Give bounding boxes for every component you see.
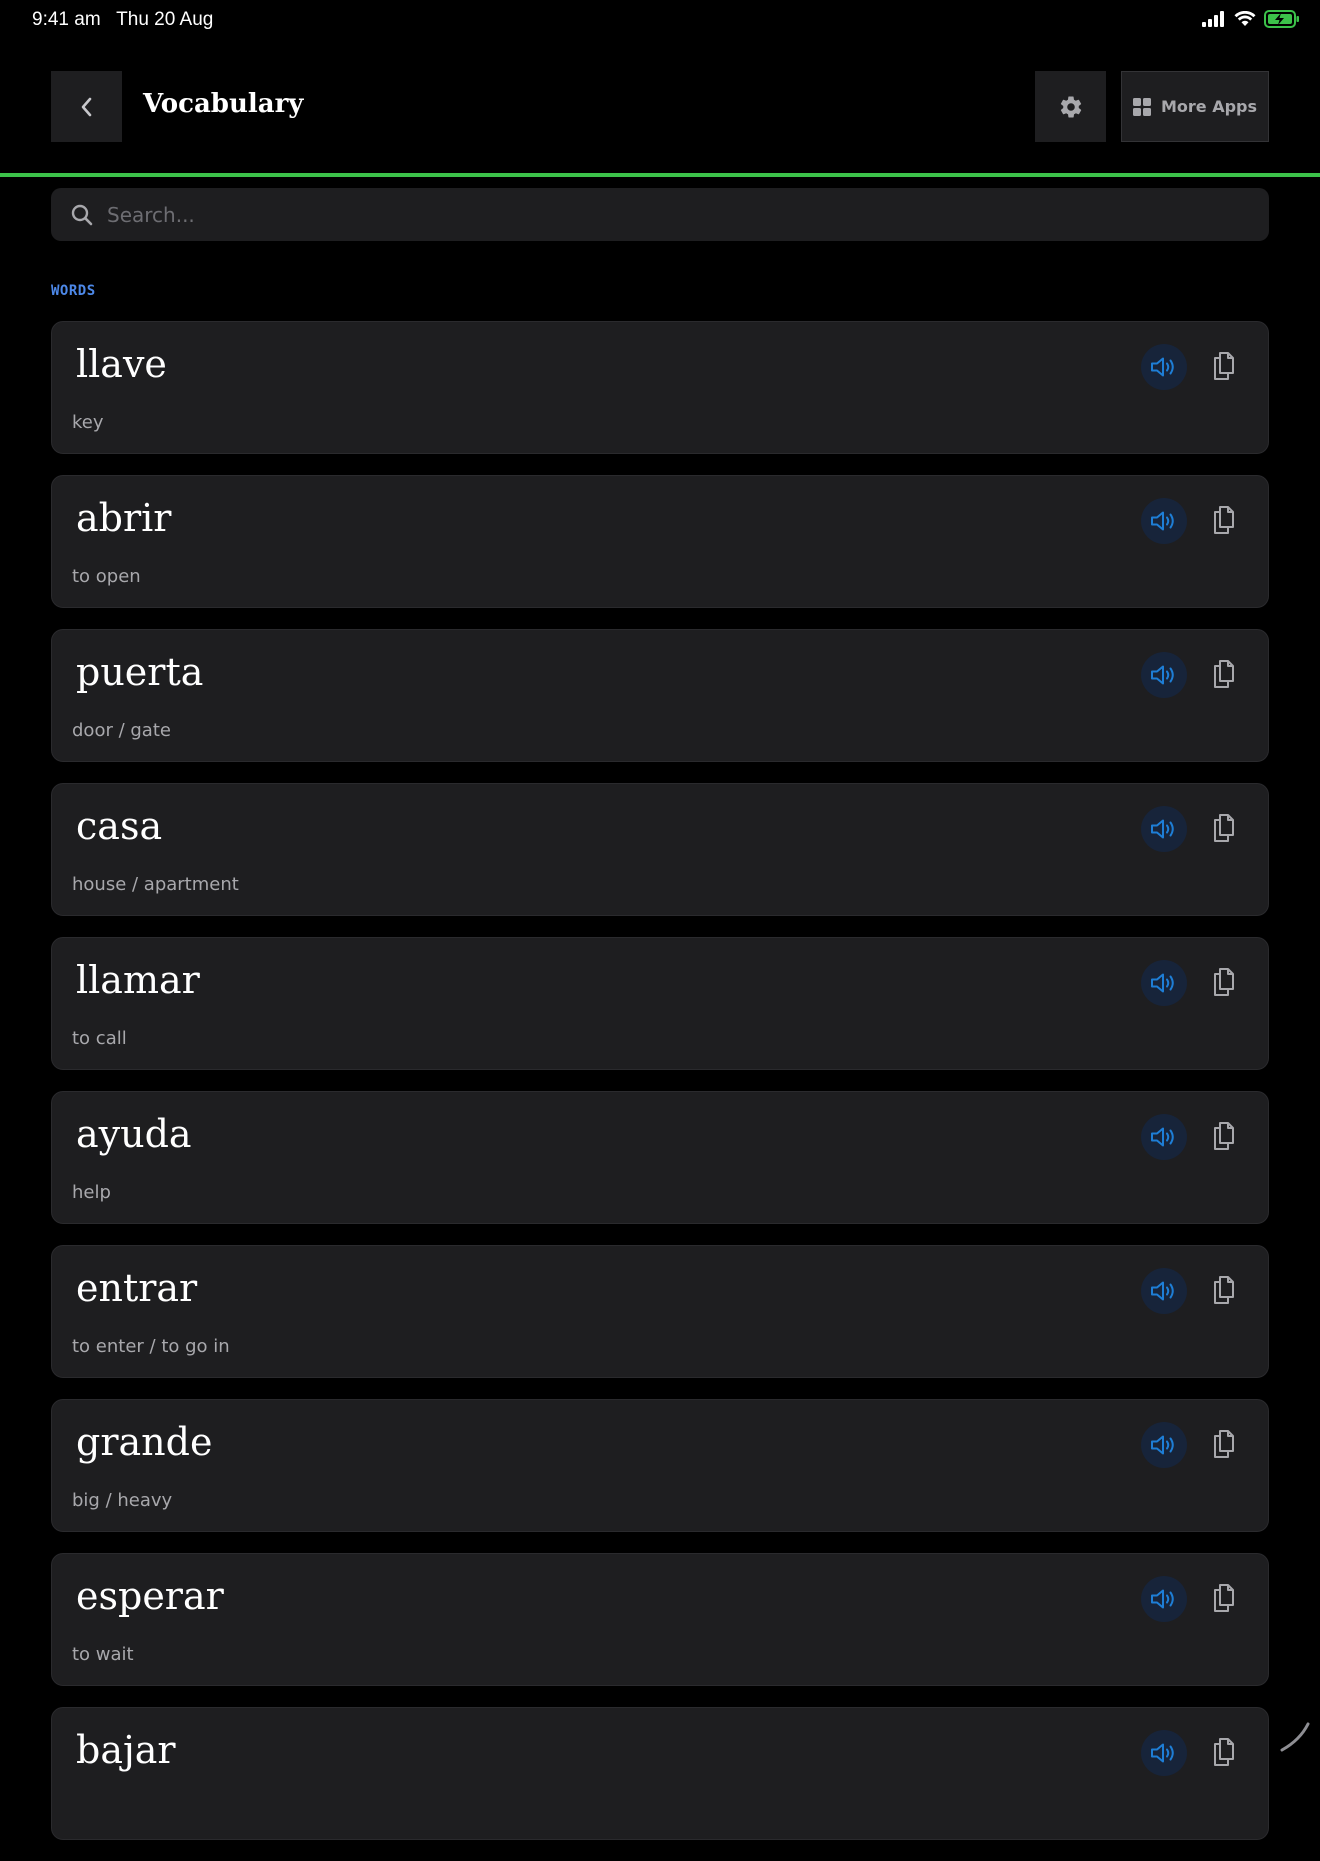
copy-icon bbox=[1214, 506, 1234, 534]
speak-button[interactable] bbox=[1141, 652, 1187, 698]
speak-button[interactable] bbox=[1141, 806, 1187, 852]
word-card[interactable]: grande big / heavy bbox=[51, 1399, 1269, 1532]
word-meaning: help bbox=[72, 1182, 111, 1203]
speak-button[interactable] bbox=[1141, 1576, 1187, 1622]
speaker-icon bbox=[1151, 1589, 1174, 1609]
status-bar: 9:41 am Thu 20 Aug bbox=[0, 0, 1320, 40]
copy-button[interactable] bbox=[1204, 1116, 1244, 1156]
copy-button[interactable] bbox=[1204, 1578, 1244, 1618]
word-card[interactable]: abrir to open bbox=[51, 475, 1269, 608]
word-card[interactable]: llamar to call bbox=[51, 937, 1269, 1070]
scroll-indicator bbox=[1280, 1722, 1310, 1752]
word-card[interactable]: casa house / apartment bbox=[51, 783, 1269, 916]
page-title: Vocabulary bbox=[143, 89, 304, 119]
copy-button[interactable] bbox=[1204, 346, 1244, 386]
word-meaning: to enter / to go in bbox=[72, 1336, 230, 1357]
more-apps-label: More Apps bbox=[1160, 97, 1258, 116]
word-card[interactable]: ayuda help bbox=[51, 1091, 1269, 1224]
search-bar[interactable] bbox=[51, 188, 1269, 241]
copy-icon bbox=[1214, 352, 1234, 380]
speak-button[interactable] bbox=[1141, 1730, 1187, 1776]
copy-button[interactable] bbox=[1204, 962, 1244, 1002]
copy-button[interactable] bbox=[1204, 654, 1244, 694]
word-term: llave bbox=[76, 342, 167, 386]
word-meaning: house / apartment bbox=[72, 874, 239, 895]
more-apps-button[interactable]: More Apps bbox=[1121, 71, 1269, 142]
speaker-icon bbox=[1151, 511, 1174, 531]
cellular-signal-icon bbox=[1202, 11, 1224, 27]
speak-button[interactable] bbox=[1141, 1268, 1187, 1314]
speaker-icon bbox=[1151, 1435, 1174, 1455]
word-term: esperar bbox=[76, 1574, 224, 1618]
chevron-left-icon bbox=[81, 97, 91, 116]
copy-icon bbox=[1214, 814, 1234, 842]
word-meaning: to call bbox=[72, 1028, 127, 1049]
word-meaning: door / gate bbox=[72, 720, 171, 741]
wifi-icon bbox=[1234, 11, 1256, 26]
word-term: abrir bbox=[76, 496, 172, 540]
speaker-icon bbox=[1151, 1127, 1174, 1147]
word-term: entrar bbox=[76, 1266, 198, 1310]
status-time: 9:41 am Thu 20 Aug bbox=[32, 9, 213, 31]
speaker-icon bbox=[1151, 1743, 1174, 1763]
speak-button[interactable] bbox=[1141, 498, 1187, 544]
word-card[interactable]: entrar to enter / to go in bbox=[51, 1245, 1269, 1378]
copy-icon bbox=[1214, 1430, 1234, 1458]
search-input[interactable] bbox=[105, 201, 1269, 228]
search-icon bbox=[69, 202, 95, 228]
word-term: llamar bbox=[76, 958, 200, 1002]
word-term: grande bbox=[76, 1420, 213, 1464]
copy-icon bbox=[1214, 1738, 1234, 1766]
speak-button[interactable] bbox=[1141, 344, 1187, 390]
copy-icon bbox=[1214, 660, 1234, 688]
word-meaning: key bbox=[72, 412, 104, 433]
copy-button[interactable] bbox=[1204, 500, 1244, 540]
copy-button[interactable] bbox=[1204, 808, 1244, 848]
section-label-words: WORDS bbox=[51, 283, 96, 299]
speak-button[interactable] bbox=[1141, 960, 1187, 1006]
copy-button[interactable] bbox=[1204, 1732, 1244, 1772]
battery-charging-icon bbox=[1264, 10, 1299, 28]
speaker-icon bbox=[1151, 1281, 1174, 1301]
speaker-icon bbox=[1151, 973, 1174, 993]
copy-button[interactable] bbox=[1204, 1270, 1244, 1310]
settings-button[interactable] bbox=[1035, 71, 1106, 142]
word-list: llave key abrir to open puerta door / ga… bbox=[51, 321, 1269, 1861]
speaker-icon bbox=[1151, 357, 1174, 377]
header: Vocabulary More Apps bbox=[51, 71, 1269, 143]
word-term: puerta bbox=[76, 650, 204, 694]
word-meaning: big / heavy bbox=[72, 1490, 173, 1511]
copy-icon bbox=[1214, 968, 1234, 996]
word-meaning: to wait bbox=[72, 1644, 134, 1665]
speak-button[interactable] bbox=[1141, 1114, 1187, 1160]
word-term: casa bbox=[76, 804, 163, 848]
copy-icon bbox=[1214, 1276, 1234, 1304]
word-card[interactable]: llave key bbox=[51, 321, 1269, 454]
status-icons bbox=[1202, 10, 1300, 28]
gear-icon bbox=[1060, 96, 1081, 117]
speaker-icon bbox=[1151, 665, 1174, 685]
word-meaning: to open bbox=[72, 566, 141, 587]
word-term: ayuda bbox=[76, 1112, 192, 1156]
status-date: Thu 20 Aug bbox=[116, 9, 214, 30]
speak-button[interactable] bbox=[1141, 1422, 1187, 1468]
copy-icon bbox=[1214, 1584, 1234, 1612]
word-card[interactable]: bajar bbox=[51, 1707, 1269, 1840]
word-card[interactable]: puerta door / gate bbox=[51, 629, 1269, 762]
back-button[interactable] bbox=[51, 71, 122, 142]
word-card[interactable]: esperar to wait bbox=[51, 1553, 1269, 1686]
speaker-icon bbox=[1151, 819, 1174, 839]
accent-divider bbox=[0, 173, 1320, 177]
word-term: bajar bbox=[76, 1728, 176, 1772]
grid-icon bbox=[1132, 97, 1151, 116]
copy-button[interactable] bbox=[1204, 1424, 1244, 1464]
copy-icon bbox=[1214, 1122, 1234, 1150]
status-clock: 9:41 am bbox=[32, 9, 101, 30]
